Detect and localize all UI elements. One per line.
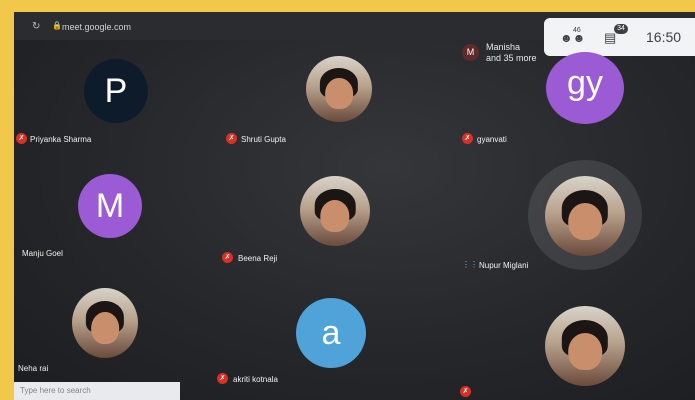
reload-icon[interactable]: ↻ <box>32 21 40 32</box>
meet-screen: ↻ 🔒 meet.google.com M Manisha and 35 mor… <box>14 12 695 400</box>
face-shape <box>568 333 602 370</box>
participant-name: Shruti Gupta <box>241 135 286 144</box>
presenter-more: and 35 more <box>486 53 537 63</box>
lock-icon: 🔒 <box>52 21 62 30</box>
participant-video-bottom-right[interactable] <box>545 306 625 386</box>
people-count: 46 <box>573 27 581 34</box>
participant-avatar-priyanka[interactable]: P <box>84 59 148 123</box>
participant-name: gyanvati <box>477 135 507 144</box>
url-text[interactable]: meet.google.com <box>62 22 131 32</box>
participant-name: Manju Goel <box>22 249 63 258</box>
participant-avatar-manju[interactable]: M <box>78 174 142 238</box>
mic-off-icon: ✗ <box>462 133 473 144</box>
audio-level-icon: ⋮⋮ <box>462 260 478 269</box>
mic-off-icon: ✗ <box>460 386 471 397</box>
participant-video-neha[interactable] <box>72 288 138 358</box>
participant-video-shruti[interactable] <box>306 56 372 122</box>
participant-avatar-akriti[interactable]: a <box>296 298 366 368</box>
chat-badge: 34 <box>614 24 628 34</box>
meeting-clock: 16:50 <box>646 29 682 45</box>
participant-name: Neha rai <box>18 364 49 373</box>
participant-video-beena[interactable] <box>300 176 370 246</box>
mic-off-icon: ✗ <box>226 133 237 144</box>
mic-off-icon: ✗ <box>222 252 233 263</box>
face-shape <box>91 311 119 344</box>
face-shape <box>568 203 602 240</box>
participant-video-nupur[interactable] <box>545 176 625 256</box>
face-shape <box>325 78 353 109</box>
face-shape <box>320 199 350 232</box>
meeting-controls-panel: ☻☻ 46 ▤ 34 16:50 <box>544 18 695 56</box>
participant-avatar-gyanvati[interactable]: gy <box>546 52 624 124</box>
presenter-avatar: M <box>462 44 479 61</box>
presenter-name: Manisha <box>486 42 521 52</box>
mic-off-icon: ✗ <box>217 373 228 384</box>
taskbar-search-input[interactable]: Type here to search <box>14 382 180 400</box>
participant-name: akriti kotnala <box>233 375 278 384</box>
participant-name: Nupur Miglani <box>479 261 529 270</box>
participant-name: Beena Reji <box>238 254 278 263</box>
participant-name: Priyanka Sharma <box>30 135 92 144</box>
mic-off-icon: ✗ <box>16 133 27 144</box>
